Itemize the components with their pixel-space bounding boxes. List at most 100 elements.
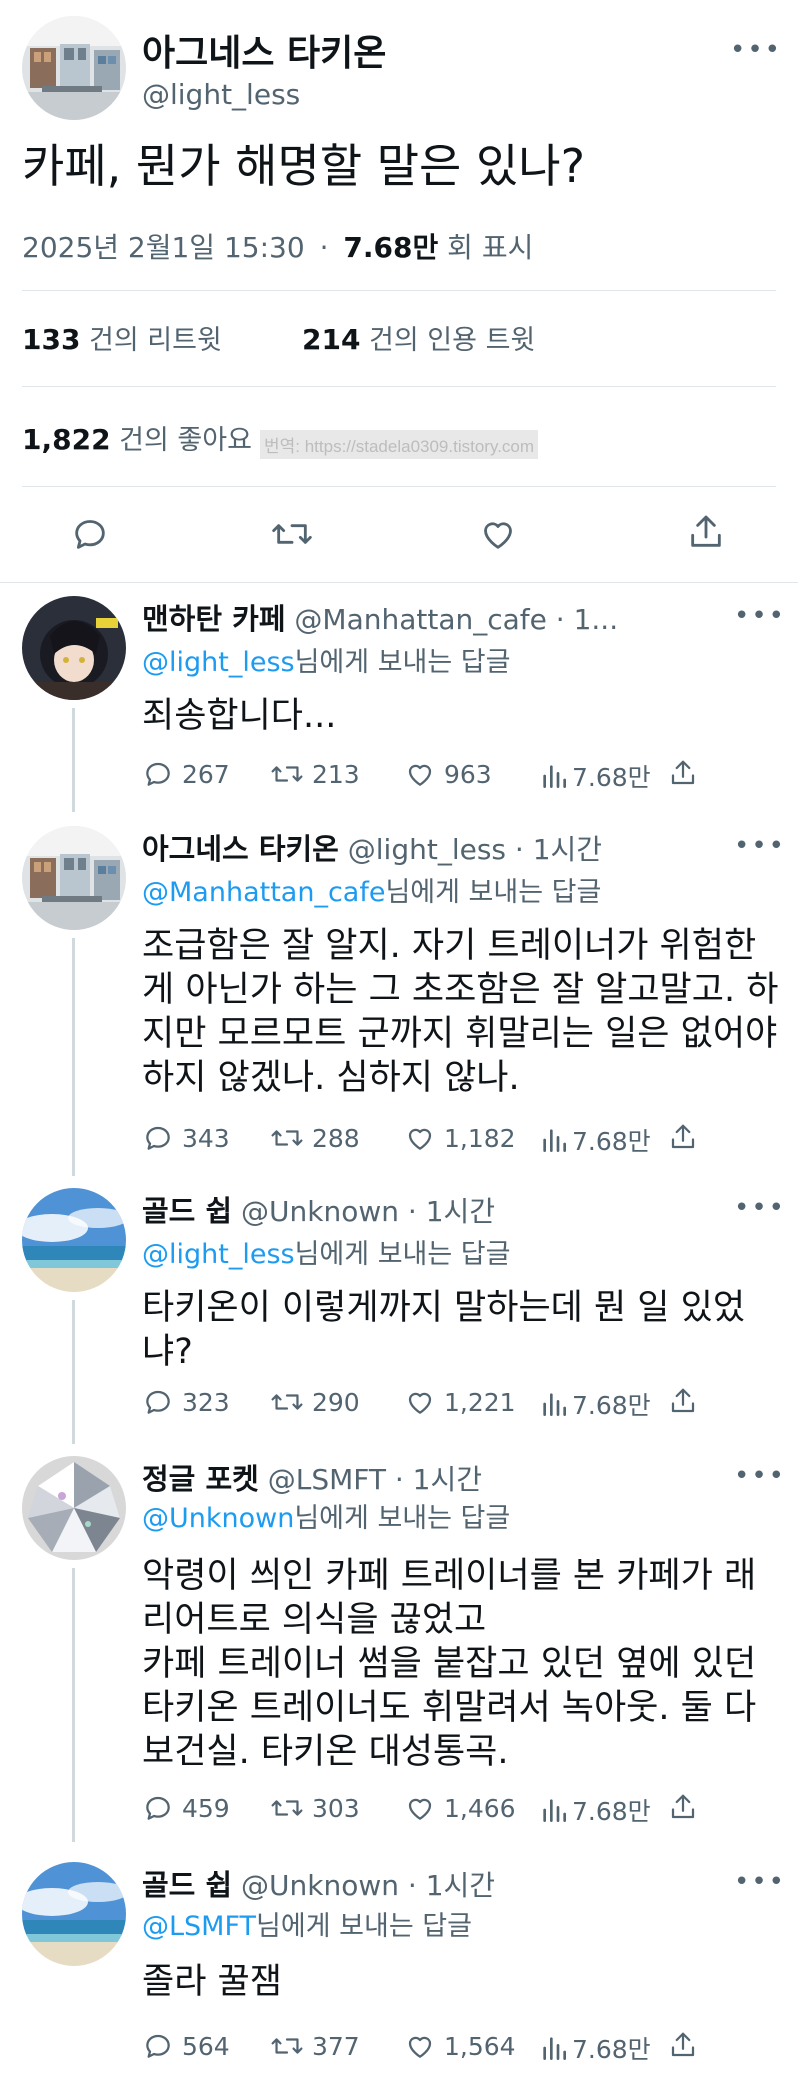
reply-author-handle[interactable]: @Manhattan_cafe · 1...	[294, 603, 618, 636]
reply-header: 골드 쉽 @Unknown · 1시간	[142, 1862, 495, 1904]
reply-button[interactable]: 343	[142, 1122, 230, 1154]
replying-to-suffix: 님에게 보내는 답글	[256, 1911, 472, 1942]
replying-to: @Unknown님에게 보내는 답글	[142, 1496, 510, 1535]
reply-icon[interactable]	[70, 514, 110, 554]
reply-author-handle[interactable]: @LSMFT · 1시간	[268, 1463, 482, 1496]
reply-author-handle[interactable]: @Unknown · 1시간	[241, 1195, 495, 1228]
reply-tweet[interactable]: 골드 쉽 @Unknown · 1시간 ••• @light_less님에게 보…	[0, 1188, 798, 1444]
retweet-stat[interactable]: 133 건의 리트윗	[22, 318, 222, 357]
retweet-button[interactable]: 303	[270, 1792, 360, 1824]
more-options-icon[interactable]: •••	[734, 603, 786, 629]
more-options-icon[interactable]: •••	[734, 1869, 786, 1895]
divider	[22, 386, 776, 387]
replying-to-handle[interactable]: @light_less	[142, 647, 295, 678]
like-count: 1,182	[444, 1123, 516, 1153]
replying-to-handle[interactable]: @LSMFT	[142, 1911, 256, 1942]
thread-line	[72, 708, 75, 812]
like-count: 1,564	[444, 2031, 516, 2061]
more-options-icon[interactable]: •••	[734, 1195, 786, 1221]
reply-author-handle[interactable]: @Unknown · 1시간	[241, 1869, 495, 1902]
reply-text: 졸라 꿀잼	[142, 1962, 282, 2002]
reply-author-name[interactable]: 정글 포켓	[142, 1462, 259, 1496]
avatar-gold-ship[interactable]	[22, 1862, 126, 1966]
avatar-agnes-tachyon[interactable]	[22, 16, 126, 120]
like-icon[interactable]	[478, 514, 518, 554]
share-icon	[671, 760, 695, 785]
reply-header: 골드 쉽 @Unknown · 1시간	[142, 1188, 495, 1230]
author-handle[interactable]: @light_less	[142, 78, 300, 111]
view-count: 7.68만	[343, 231, 439, 264]
reply-author-name[interactable]: 골드 쉽	[142, 1194, 232, 1228]
retweet-icon[interactable]	[270, 514, 314, 554]
like-button[interactable]: 1,182	[404, 1122, 516, 1154]
reply-tweet[interactable]: 정글 포켓 @LSMFT · 1시간 ••• @Unknown님에게 보내는 답…	[0, 1456, 798, 1842]
views-button[interactable]: 7.68만	[540, 758, 651, 794]
more-options-icon[interactable]: •••	[734, 833, 786, 859]
like-button[interactable]: 1,564	[404, 2030, 516, 2062]
avatar-gold-ship[interactable]	[22, 1188, 126, 1292]
share-button[interactable]	[668, 1792, 698, 1822]
views-button[interactable]: 7.68만	[540, 1386, 651, 1422]
retweet-button[interactable]: 288	[270, 1122, 360, 1154]
reply-button[interactable]: 267	[142, 758, 230, 790]
share-icon[interactable]	[686, 512, 726, 552]
reply-button[interactable]: 323	[142, 1386, 230, 1418]
reply-icon	[146, 1126, 170, 1150]
reply-button[interactable]: 459	[142, 1792, 230, 1824]
translation-watermark: 번역: https://stadela0309.tistory.com	[260, 430, 539, 459]
avatar-manhattan-cafe[interactable]	[22, 596, 126, 700]
reply-text: 악령이 씌인 카페 트레이너를 본 카페가 래리어트로 의식을 끊었고 카페 트…	[142, 1556, 757, 1772]
views-icon	[543, 1393, 566, 1416]
reply-author-name[interactable]: 골드 쉽	[142, 1868, 232, 1902]
avatar-agnes-tachyon[interactable]	[22, 826, 126, 930]
replying-to: @LSMFT님에게 보내는 답글	[142, 1904, 472, 1943]
thread-line	[72, 1568, 75, 1842]
author-name[interactable]: 아그네스 타키온	[142, 24, 386, 76]
like-button[interactable]: 1,466	[404, 1792, 516, 1824]
view-count-label: 회 표시	[447, 231, 534, 264]
reply-author-name[interactable]: 맨하탄 카페	[142, 602, 286, 636]
like-count: 1,221	[444, 1387, 516, 1417]
like-button[interactable]: 1,221	[404, 1386, 516, 1418]
replying-to-handle[interactable]: @light_less	[142, 1239, 295, 1270]
like-icon	[408, 1128, 432, 1150]
tweet-timestamp[interactable]: 2025년 2월1일 15:30	[22, 231, 305, 264]
retweet-button[interactable]: 290	[270, 1386, 360, 1418]
reply-tweet[interactable]: 골드 쉽 @Unknown · 1시간 ••• @LSMFT님에게 보내는 답글…	[0, 1862, 798, 2072]
views-button[interactable]: 7.68만	[540, 2030, 651, 2066]
views-button[interactable]: 7.68만	[540, 1792, 651, 1828]
reply-tweet[interactable]: 아그네스 타키온 @light_less · 1시간 ••• @Manhatta…	[0, 826, 798, 1176]
share-icon	[671, 1388, 695, 1413]
retweet-count: 290	[312, 1387, 360, 1417]
retweet-icon	[271, 1800, 303, 1816]
views-button[interactable]: 7.68만	[540, 1122, 651, 1158]
share-button[interactable]	[668, 1122, 698, 1152]
reply-header: 아그네스 타키온 @light_less · 1시간	[142, 826, 602, 868]
share-button[interactable]	[668, 2030, 698, 2060]
reply-author-handle[interactable]: @light_less · 1시간	[348, 833, 602, 866]
reply-tweet[interactable]: 맨하탄 카페 @Manhattan_cafe · 1... ••• @light…	[0, 596, 798, 812]
more-options-icon[interactable]: •••	[730, 37, 782, 63]
retweet-count: 133	[22, 323, 81, 356]
reply-author-name[interactable]: 아그네스 타키온	[142, 832, 339, 866]
like-stat[interactable]: 1,822 건의 좋아요	[22, 418, 252, 457]
retweet-count: 303	[312, 1793, 360, 1823]
replying-to-handle[interactable]: @Manhattan_cafe	[142, 877, 385, 908]
like-count: 1,822	[22, 423, 111, 456]
share-button[interactable]	[668, 1386, 698, 1416]
retweet-button[interactable]: 213	[270, 758, 360, 790]
reply-text: 타키온이 이렇게까지 말하는데 뭔 일 있었냐?	[142, 1288, 746, 1372]
more-options-icon[interactable]: •••	[734, 1463, 786, 1489]
avatar-jungle-pocket[interactable]	[22, 1456, 126, 1560]
tweet-text: 카페, 뭔가 해명할 말은 있나?	[22, 139, 586, 193]
like-button[interactable]: 963	[404, 758, 492, 790]
meta-separator: ·	[319, 231, 329, 264]
views-icon	[543, 1799, 566, 1822]
retweet-icon	[271, 1394, 303, 1410]
share-button[interactable]	[668, 758, 698, 788]
reply-button[interactable]: 564	[142, 2030, 230, 2062]
quote-stat[interactable]: 214 건의 인용 트윗	[302, 318, 535, 357]
retweet-button[interactable]: 377	[270, 2030, 360, 2062]
reply-count: 459	[182, 1793, 230, 1823]
replying-to-handle[interactable]: @Unknown	[142, 1503, 294, 1534]
